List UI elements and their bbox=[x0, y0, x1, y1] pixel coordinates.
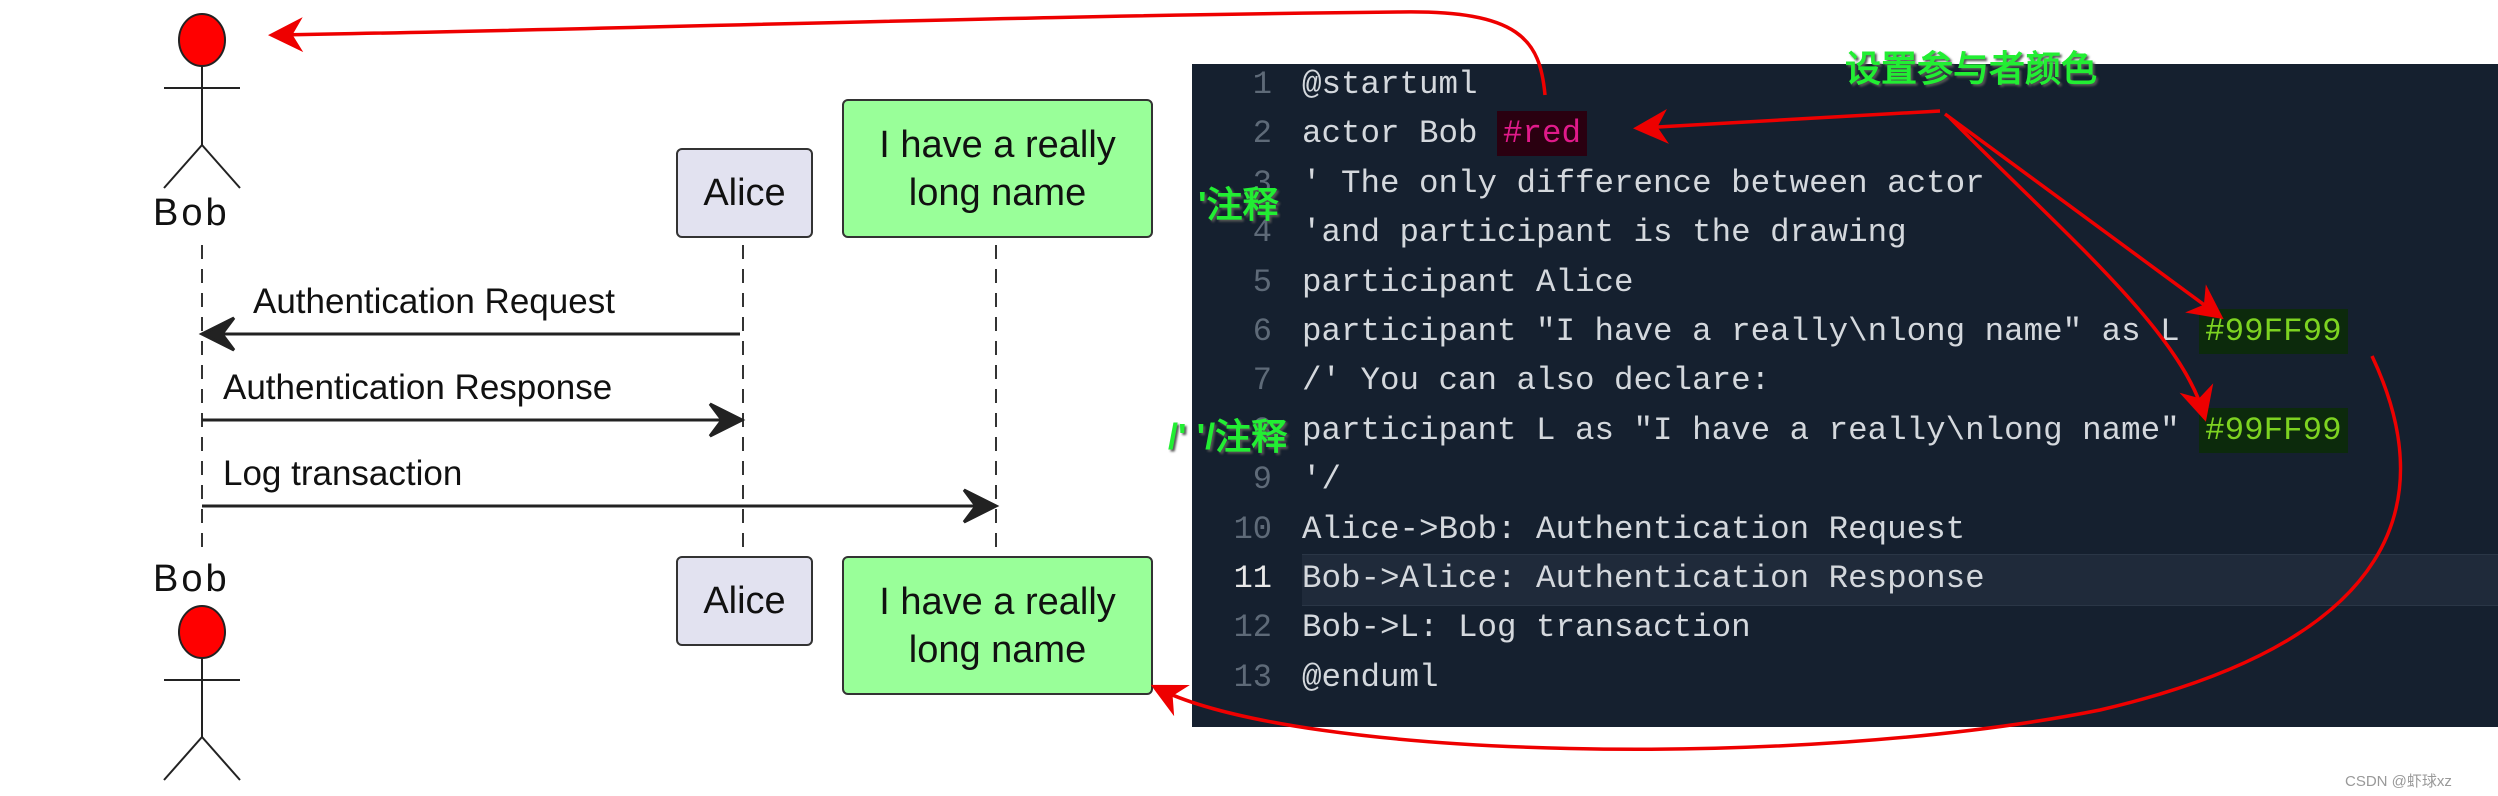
line-number: 2 bbox=[1252, 115, 1272, 153]
code-line[interactable]: participant L as "I have a really\nlong … bbox=[1302, 407, 2348, 453]
annotation-set-color: 设置参与者颜色 bbox=[1845, 48, 2098, 89]
color-chip: #red bbox=[1497, 111, 1588, 157]
annotation-comment-single: '注释 bbox=[1198, 184, 1279, 225]
code-text: Bob->L: Log transaction bbox=[1302, 609, 1751, 647]
code-text: participant Alice bbox=[1302, 263, 1634, 301]
actor-bob-top-figure bbox=[163, 13, 241, 189]
code-line[interactable]: participant Alice bbox=[1302, 264, 1634, 301]
line-number: 7 bbox=[1252, 362, 1272, 400]
message-label-auth-request: Authentication Request bbox=[253, 282, 615, 321]
participant-long-top: I have a really long name bbox=[842, 99, 1153, 238]
code-text: /' You can also declare: bbox=[1302, 362, 1771, 400]
line-number: 10 bbox=[1233, 510, 1272, 548]
actor-bob-bottom-figure bbox=[163, 605, 241, 781]
code-line[interactable]: @enduml bbox=[1302, 659, 1439, 696]
participant-alice-top: Alice bbox=[676, 148, 813, 238]
code-line[interactable]: /' You can also declare: bbox=[1302, 362, 1770, 399]
color-chip: #99FF99 bbox=[2199, 407, 2348, 453]
line-number: 11 bbox=[1233, 560, 1272, 597]
code-editor[interactable]: 1 @startuml 2 actor Bob #red 3 ' The only dif… bbox=[1192, 64, 2498, 727]
code-text: actor Bob bbox=[1302, 115, 1498, 153]
watermark: CSDN @虾球xz bbox=[2345, 773, 2452, 790]
code-line[interactable]: '/ bbox=[1302, 461, 1341, 498]
line-number: 5 bbox=[1252, 263, 1272, 301]
line-number: 9 bbox=[1252, 461, 1272, 499]
code-line[interactable]: Alice->Bob: Authentication Request bbox=[1302, 511, 1965, 548]
code-text: Bob->Alice: Authentication Response bbox=[1302, 560, 1985, 597]
line-number: 1 bbox=[1252, 66, 1272, 103]
line-number: 12 bbox=[1233, 609, 1272, 647]
code-line[interactable]: participant "I have a really\nlong name"… bbox=[1302, 309, 2348, 354]
code-text: @startuml bbox=[1302, 66, 1478, 103]
message-label-log-transaction: Log transaction bbox=[223, 454, 463, 493]
code-line[interactable]: Bob->L: Log transaction bbox=[1302, 609, 1751, 646]
message-label-auth-response: Authentication Response bbox=[223, 368, 613, 407]
code-line[interactable]: 'and participant is the drawing bbox=[1302, 214, 1907, 251]
code-line[interactable]: ' The only difference between actor bbox=[1302, 165, 1985, 202]
annotation-comment-block: /' '/注释 bbox=[1168, 416, 1288, 457]
participant-long-bottom: I have a really long name bbox=[842, 556, 1153, 695]
code-text: 'and participant is the drawing bbox=[1302, 214, 1907, 252]
line-number: 13 bbox=[1233, 658, 1272, 696]
code-line[interactable]: actor Bob #red bbox=[1302, 111, 1588, 157]
actor-bob-top-label: Bob bbox=[153, 192, 230, 234]
code-text: Alice->Bob: Authentication Request bbox=[1302, 510, 1966, 548]
participant-alice-bottom: Alice bbox=[676, 556, 813, 646]
code-text: @enduml bbox=[1302, 658, 1439, 696]
code-text: participant "I have a really\nlong name"… bbox=[1302, 313, 2200, 350]
actor-bob-bottom-label: Bob bbox=[153, 558, 230, 600]
code-line[interactable]: @startuml bbox=[1302, 66, 1478, 103]
code-text: ' The only difference between actor bbox=[1302, 164, 1985, 202]
color-chip: #99FF99 bbox=[2199, 309, 2348, 354]
code-line[interactable]: Bob->Alice: Authentication Response bbox=[1302, 560, 1985, 597]
code-text: participant L as "I have a really\nlong … bbox=[1302, 411, 2200, 449]
code-text: '/ bbox=[1302, 461, 1342, 499]
line-number: 6 bbox=[1252, 313, 1272, 350]
